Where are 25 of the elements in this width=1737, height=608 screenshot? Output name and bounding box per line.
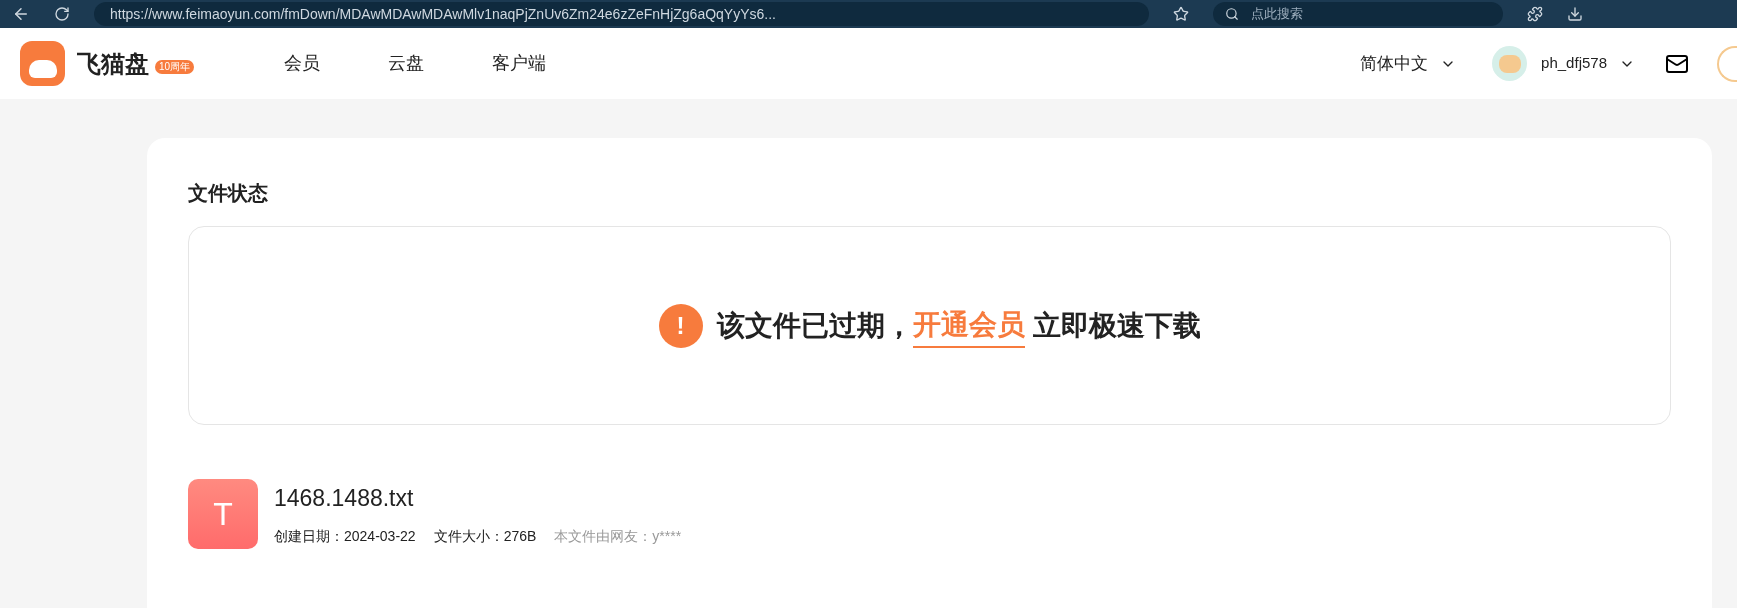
warning-icon: ! [658,303,703,348]
download-icon[interactable] [1567,6,1583,22]
language-selector[interactable]: 简体中文 [1360,50,1457,77]
address-bar[interactable]: https://www.feimaoyun.com/fmDown/MDAwMDAwMDAwMlv1naqPjZnUv6Zm24e6zZeFnHjZg6aQqYyYs6... [94,2,1149,26]
card-title: 文件状态 [188,181,269,206]
user-menu[interactable]: ph_dfj578 [1541,52,1635,75]
search-input[interactable]: 点此搜索 [1251,4,1451,24]
reload-icon[interactable] [54,6,70,22]
back-icon[interactable] [12,5,30,23]
text-file-icon: T [188,479,258,549]
nav-link[interactable]: 云盘 [388,50,425,77]
puzzle-icon[interactable] [1527,6,1543,22]
search-icon [1225,7,1239,21]
expired-text: 该文件已过期， [716,308,913,343]
favorite-icon[interactable] [1173,6,1189,22]
file-name: 1468.1488.txt [274,484,415,514]
logo-text: 飞猫盘 [77,48,149,79]
anniversary-badge: 10周年 [155,59,195,74]
nav-link[interactable]: 会员 [284,50,321,77]
download-text: 立即极速下载 [1032,308,1201,343]
shared-by: 本文件由网友：y**** [554,526,682,546]
file-size: 文件大小：276B [433,526,537,546]
search-bar[interactable]: 点此搜索 [1213,2,1503,26]
created-date: 创建日期：2024-03-22 [274,526,416,546]
nav-link[interactable]: 客户端 [492,50,547,77]
